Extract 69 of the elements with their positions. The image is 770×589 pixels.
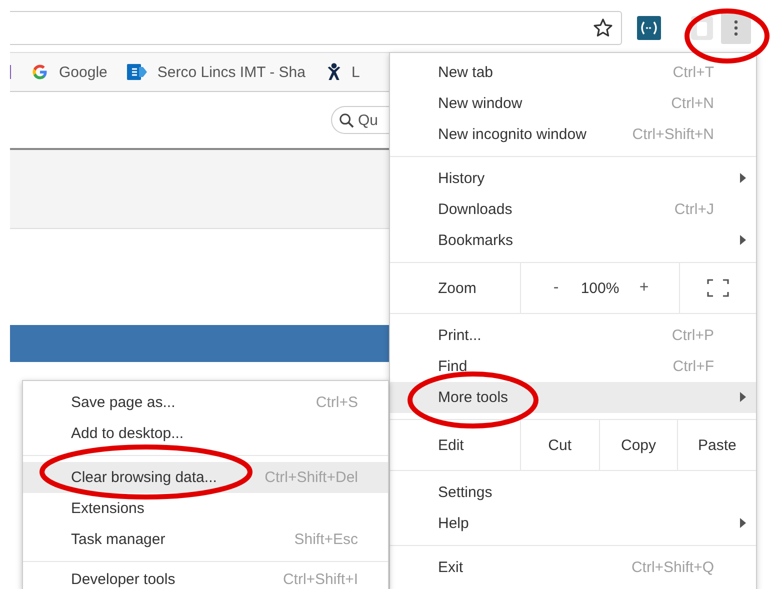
shortcut-label: Ctrl+Shift+Del <box>264 469 358 486</box>
more-icon <box>734 20 738 36</box>
shortcut-label: Ctrl+S <box>316 394 358 411</box>
menu-item[interactable]: History <box>390 163 756 194</box>
zoom-level: 100% <box>580 280 620 296</box>
menu-button[interactable] <box>721 12 751 44</box>
menu-item[interactable]: Task manager Shift+Esc <box>23 524 388 555</box>
menu-item[interactable]: Print... Ctrl+P <box>390 320 756 351</box>
shortcut-label: Ctrl+F <box>672 358 714 375</box>
shortcut-label: Ctrl+P <box>672 327 714 344</box>
shortcut-label: Ctrl+T <box>672 64 714 81</box>
shortcut-label: Ctrl+Shift+Q <box>631 559 714 576</box>
menu-item[interactable]: More tools <box>390 382 756 413</box>
edit-action-button[interactable]: Paste <box>677 420 756 470</box>
figure-icon <box>326 62 342 82</box>
menu-item-label: Bookmarks <box>438 232 514 249</box>
menu-item[interactable]: New incognito window Ctrl+Shift+N <box>390 119 756 150</box>
menu-item-label: Exit <box>438 559 464 576</box>
bookmark-link[interactable]: Google <box>31 63 108 81</box>
address-field[interactable] <box>10 11 622 45</box>
fullscreen-icon <box>707 279 729 297</box>
menu-item-label: Clear browsing data... <box>71 469 217 486</box>
menu-item[interactable]: Save page as... Ctrl+S <box>23 387 388 418</box>
menu-item[interactable]: Add to desktop... <box>23 418 388 449</box>
menu-item[interactable]: Clear browsing data... Ctrl+Shift+Del <box>23 462 388 493</box>
menu-item-label: New window <box>438 95 522 112</box>
edit-action-button[interactable]: Cut <box>520 420 599 470</box>
logo-icon <box>31 63 49 81</box>
menu-item-label: More tools <box>438 389 508 406</box>
menu-item[interactable]: Exit Ctrl+Shift+Q <box>390 552 756 583</box>
menu-item-label: Downloads <box>438 201 512 218</box>
menu-item-label: History <box>438 170 485 187</box>
menu-item-label: Find <box>438 358 468 375</box>
zoom-in-button[interactable]: + <box>629 279 659 297</box>
shortcut-label: Ctrl+Shift+I <box>282 571 358 588</box>
menu-item[interactable]: Extensions <box>23 493 388 524</box>
menu-item[interactable]: New tab Ctrl+T <box>390 57 756 88</box>
menu-item-label: Extensions <box>71 500 144 517</box>
zoom-label: Zoom <box>437 278 478 298</box>
menu-item-label: Developer tools <box>71 571 176 588</box>
menu-item[interactable]: Bookmarks <box>390 225 756 256</box>
bookmark-link[interactable]: Serco Lincs IMT - Sha <box>127 62 306 82</box>
menu-item[interactable]: Developer tools Ctrl+Shift+I <box>23 564 388 589</box>
search-icon <box>339 113 354 128</box>
shortcut-label: Shift+Esc <box>294 531 358 548</box>
edit-label: Edit <box>437 436 465 456</box>
menu-item-label: Task manager <box>71 531 166 548</box>
bookmark-link[interactable]: L <box>326 62 360 82</box>
zoom-out-button[interactable]: - <box>541 279 571 297</box>
menu-item-label: Save page as... <box>71 394 176 411</box>
menu-item[interactable]: Settings <box>390 477 756 508</box>
star-icon[interactable] <box>593 18 613 38</box>
menu-item-label: Help <box>438 515 469 532</box>
shortcut-label: Ctrl+Shift+N <box>632 126 714 143</box>
app-icon <box>127 62 148 82</box>
shortcut-label: Ctrl+N <box>671 95 714 112</box>
shortcut-label: Ctrl+J <box>674 201 714 218</box>
menu-item[interactable]: Downloads Ctrl+J <box>390 194 756 225</box>
edit-action-button[interactable]: Copy <box>598 420 678 470</box>
menu-item[interactable]: New window Ctrl+N <box>390 88 756 119</box>
menu-item[interactable]: Help <box>390 508 756 539</box>
menu-item-label: Settings <box>438 484 492 501</box>
menu-item[interactable]: Find Ctrl+F <box>390 351 756 382</box>
extension-icon[interactable] <box>637 16 661 40</box>
search-field[interactable]: Qu <box>331 106 389 134</box>
menu-item-label: New tab <box>438 64 494 81</box>
menu-item-label: Print... <box>438 327 482 344</box>
menu-item-label: New incognito window <box>438 126 586 143</box>
menu-item-label: Add to desktop... <box>71 425 184 442</box>
